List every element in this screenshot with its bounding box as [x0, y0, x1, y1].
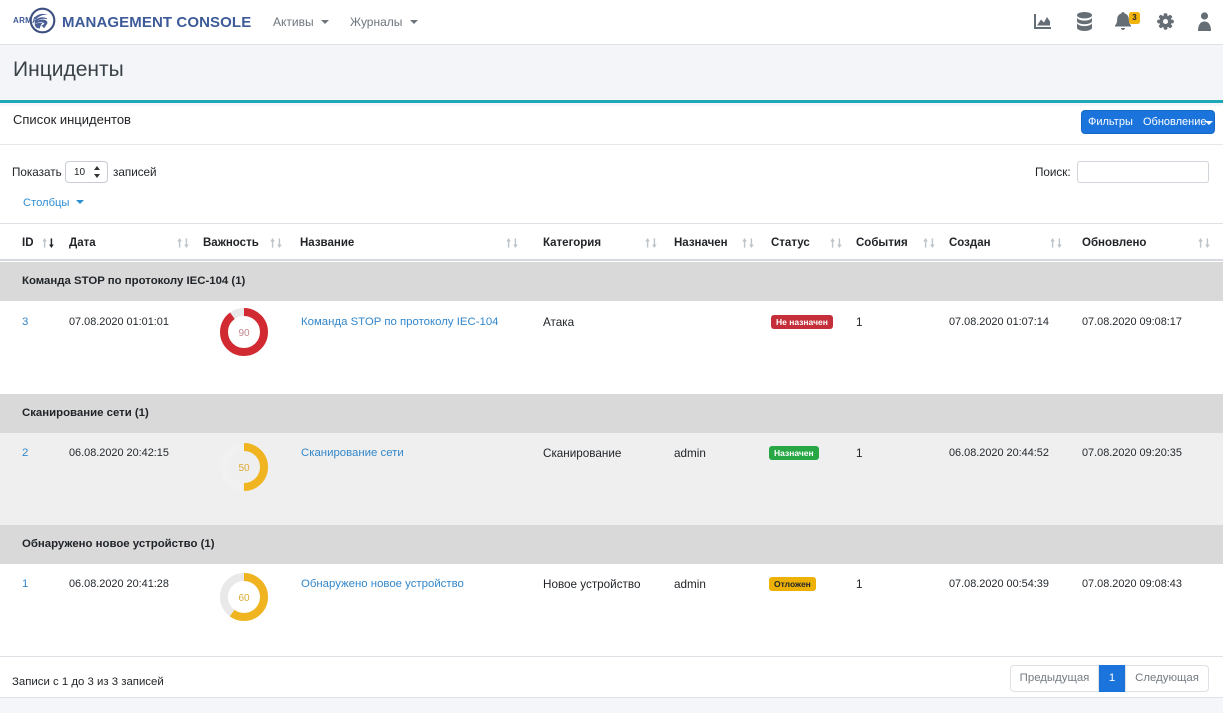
svg-text:90: 90	[238, 328, 250, 339]
svg-text:60: 60	[238, 593, 250, 604]
svg-text:50: 50	[238, 463, 250, 474]
